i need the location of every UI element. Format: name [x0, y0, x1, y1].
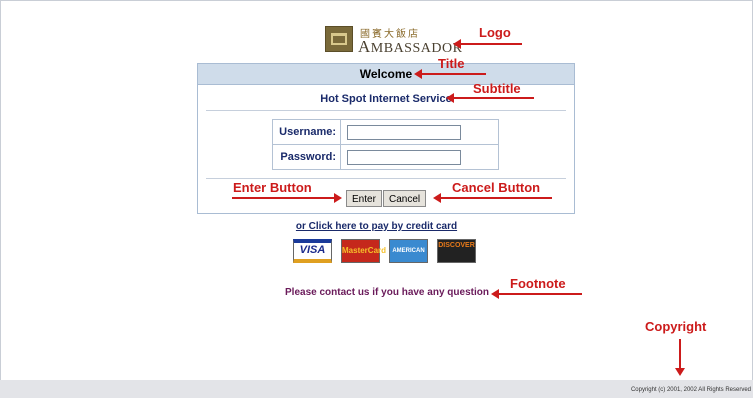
credit-card-link[interactable]: or Click here to pay by credit card [0, 221, 753, 232]
annotation-arrow [414, 69, 486, 79]
amex-card-icon: AMERICAN EXPRESS [389, 239, 428, 276]
annotation-arrow [232, 197, 336, 199]
annotation-arrow [491, 289, 582, 299]
password-input[interactable] [347, 150, 461, 165]
annotation-footnote: Footnote [510, 276, 566, 291]
divider [206, 178, 566, 179]
annotation-subtitle: Subtitle [473, 81, 521, 96]
logo-wordmark: AMBASSADOR [358, 37, 463, 56]
annotation-arrow [433, 193, 552, 203]
username-row: Username: [273, 120, 498, 145]
login-form: Username: Password: [272, 119, 499, 170]
mastercard-card-icon: MasterCard [341, 239, 386, 263]
annotation-cancel-button: Cancel Button [452, 180, 541, 195]
cancel-button[interactable]: Cancel [383, 190, 427, 207]
visa-card-icon: VISA [293, 239, 332, 263]
annotation-arrow [446, 93, 534, 103]
annotation-title: Title [438, 56, 465, 71]
annotation-enter-button: Enter Button [233, 180, 312, 195]
username-label: Username: [273, 120, 341, 144]
password-row: Password: [273, 145, 498, 169]
annotation-copyright: Copyright [645, 319, 707, 334]
enter-button[interactable]: Enter [346, 190, 382, 207]
contact-footnote: Please contact us if you have any questi… [285, 287, 489, 298]
annotation-arrow [453, 39, 522, 49]
logo-emblem-icon [325, 26, 353, 52]
footer-bar: Copyright (c) 2001, 2002 All Rights Rese… [0, 380, 753, 398]
copyright-text: Copyright (c) 2001, 2002 All Rights Rese… [630, 387, 751, 393]
discover-card-icon: DISCOVER [437, 239, 476, 263]
username-input[interactable] [347, 125, 461, 140]
password-label: Password: [273, 145, 341, 169]
divider [206, 110, 566, 111]
annotation-logo: Logo [479, 25, 511, 40]
annotation-arrow [675, 339, 685, 376]
